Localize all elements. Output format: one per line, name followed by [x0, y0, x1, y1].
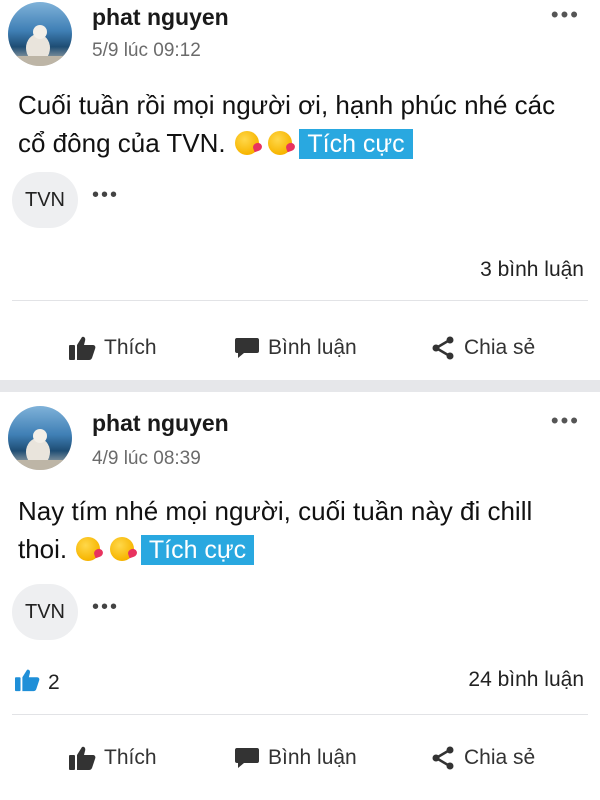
- like-button[interactable]: Thích: [68, 728, 157, 788]
- divider: [12, 300, 588, 301]
- action-bar: Thích Bình luận Chia sẻ: [0, 318, 600, 378]
- kiss-emoji-icon: [76, 537, 101, 561]
- like-label: Thích: [104, 746, 157, 769]
- like-button[interactable]: Thích: [68, 318, 157, 378]
- post-time: 5/9 lúc 09:12: [92, 40, 201, 61]
- action-bar: Thích Bình luận Chia sẻ: [0, 728, 600, 788]
- kiss-emoji-icon: [234, 131, 259, 155]
- avatar[interactable]: [8, 406, 72, 470]
- kiss-emoji-icon: [268, 131, 293, 155]
- share-button[interactable]: Chia sẻ: [430, 318, 535, 378]
- share-label: Chia sẻ: [464, 746, 536, 769]
- post-text-line-2: cổ đông của TVN.: [18, 128, 226, 158]
- comment-button[interactable]: Bình luận: [234, 728, 357, 788]
- post-text-line-2: thoi.: [18, 534, 68, 564]
- comment-button[interactable]: Bình luận: [234, 318, 357, 378]
- comment-label: Bình luận: [268, 336, 357, 359]
- sentiment-tag[interactable]: Tích cực: [140, 535, 255, 565]
- share-button[interactable]: Chia sẻ: [430, 728, 535, 788]
- thumbs-up-icon: [68, 745, 96, 771]
- share-icon: [430, 335, 456, 361]
- post-separator: [0, 380, 600, 392]
- avatar[interactable]: [8, 2, 72, 66]
- post-text-line-1: Cuối tuần rồi mọi người ơi, hạnh phúc nh…: [18, 90, 556, 120]
- comment-label: Bình luận: [268, 746, 357, 769]
- thumbs-up-blue-icon: [14, 668, 40, 698]
- share-label: Chia sẻ: [464, 336, 536, 359]
- comment-bubble-icon: [234, 336, 260, 360]
- chip-more-button[interactable]: •••: [92, 596, 119, 619]
- post-content: Cuối tuần rồi mọi người ơi, hạnh phúc nh…: [18, 86, 588, 163]
- post-content: Nay tím nhé mọi người, cuối tuần này đi …: [18, 492, 588, 569]
- stock-chip[interactable]: TVN: [12, 584, 78, 640]
- chip-more-button[interactable]: •••: [92, 184, 119, 207]
- post-time: 4/9 lúc 08:39: [92, 448, 201, 469]
- post-text-line-1: Nay tím nhé mọi người, cuối tuần này đi …: [18, 496, 533, 526]
- like-label: Thích: [104, 336, 157, 359]
- like-count-value: 2: [48, 671, 60, 694]
- post-2: phat nguyen 4/9 lúc 08:39 ••• Nay tím nh…: [0, 392, 600, 800]
- comment-count[interactable]: 24 bình luận: [468, 668, 584, 692]
- stock-chip[interactable]: TVN: [12, 172, 78, 228]
- comment-count[interactable]: 3 bình luận: [480, 258, 584, 282]
- kiss-emoji-icon: [109, 537, 134, 561]
- author-name[interactable]: phat nguyen: [92, 4, 229, 31]
- author-name[interactable]: phat nguyen: [92, 410, 229, 437]
- more-options-button[interactable]: •••: [551, 408, 580, 434]
- sentiment-tag[interactable]: Tích cực: [299, 129, 413, 159]
- like-count[interactable]: 2: [14, 668, 60, 698]
- divider: [12, 714, 588, 715]
- thumbs-up-icon: [68, 335, 96, 361]
- post-1: phat nguyen 5/9 lúc 09:12 ••• Cuối tuần …: [0, 0, 600, 380]
- share-icon: [430, 745, 456, 771]
- comment-bubble-icon: [234, 746, 260, 770]
- more-options-button[interactable]: •••: [551, 2, 580, 28]
